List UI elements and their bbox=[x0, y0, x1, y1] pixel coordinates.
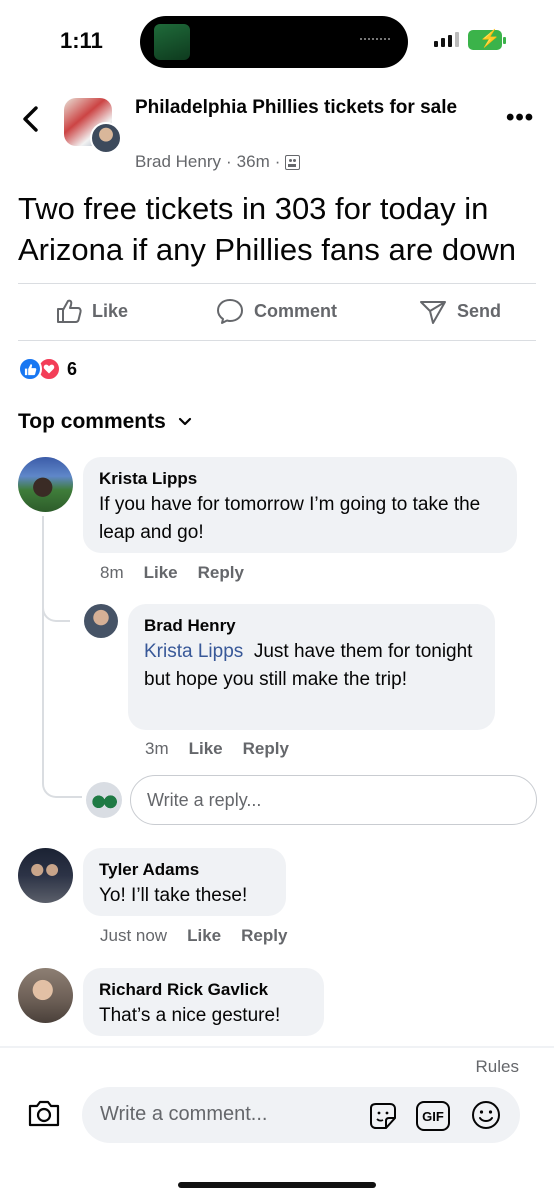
reply-time: 3m bbox=[145, 739, 169, 758]
author-avatar bbox=[90, 122, 122, 154]
group-avatar[interactable] bbox=[64, 98, 122, 154]
comment-sort-dropdown[interactable]: Top comments bbox=[18, 410, 192, 434]
battery-icon: ⚡ bbox=[468, 29, 506, 50]
reply-like-button[interactable]: Like bbox=[189, 739, 223, 759]
comment-author[interactable]: Tyler Adams bbox=[99, 858, 270, 882]
thread-line bbox=[42, 758, 82, 798]
dynamic-island bbox=[140, 16, 408, 68]
comment-placeholder: Write a comment... bbox=[100, 1103, 268, 1125]
comment-input[interactable]: Write a comment... GIF bbox=[82, 1087, 520, 1143]
comment-author[interactable]: Krista Lipps bbox=[99, 467, 501, 491]
like-reaction-icon bbox=[18, 357, 42, 381]
divider bbox=[18, 340, 536, 341]
emoji-icon[interactable] bbox=[470, 1099, 502, 1136]
comment-text: Yo! I’ll take these! bbox=[99, 885, 248, 906]
thread-line bbox=[42, 516, 44, 778]
comment-icon bbox=[217, 299, 243, 324]
comment-bubble: Tyler Adams Yo! I’ll take these! bbox=[83, 848, 286, 916]
comment-author[interactable]: Richard Rick Gavlick bbox=[99, 978, 308, 1002]
current-user-avatar bbox=[86, 782, 122, 818]
comment-time: Just now bbox=[100, 926, 168, 945]
rules-link[interactable]: Rules bbox=[476, 1057, 519, 1077]
reply-bubble: Brad Henry Krista Lipps Just have them f… bbox=[128, 604, 495, 730]
comment-sort-label: Top comments bbox=[18, 410, 166, 433]
comment-reply-button[interactable]: Reply bbox=[198, 563, 244, 583]
camera-icon[interactable] bbox=[26, 1097, 62, 1134]
send-button[interactable]: Send bbox=[418, 297, 501, 325]
post-age[interactable]: 36m bbox=[237, 152, 270, 172]
status-time: 1:11 bbox=[60, 28, 103, 53]
comment-button[interactable]: Comment bbox=[215, 297, 337, 325]
audio-indicator-icon bbox=[360, 38, 390, 44]
back-arrow-icon[interactable] bbox=[20, 104, 42, 138]
divider bbox=[18, 283, 536, 284]
comment-label: Comment bbox=[254, 300, 338, 321]
like-label: Like bbox=[92, 300, 129, 321]
group-title[interactable]: Philadelphia Phillies tickets for sale bbox=[135, 94, 475, 122]
gif-label: GIF bbox=[422, 1108, 444, 1124]
comment-time: 8m bbox=[100, 563, 124, 582]
reply-author-avatar[interactable] bbox=[84, 604, 118, 638]
commenter-avatar[interactable] bbox=[18, 457, 73, 512]
comment-text: If you have for tomorrow I’m going to ta… bbox=[99, 494, 481, 543]
post-author[interactable]: Brad Henry bbox=[135, 152, 221, 172]
reply-author[interactable]: Brad Henry bbox=[144, 614, 479, 638]
chevron-down-icon bbox=[178, 417, 191, 426]
send-icon bbox=[420, 301, 446, 324]
reply-input[interactable]: Write a reply... bbox=[130, 775, 537, 825]
send-label: Send bbox=[457, 300, 502, 321]
reply-placeholder: Write a reply... bbox=[147, 789, 262, 810]
comment-like-button[interactable]: Like bbox=[144, 563, 178, 583]
post-meta: Brad Henry · 36m · bbox=[135, 152, 301, 172]
like-button[interactable]: Like bbox=[55, 297, 128, 325]
divider bbox=[0, 1046, 554, 1048]
commenter-avatar[interactable] bbox=[18, 848, 73, 903]
comment-bubble: Krista Lipps If you have for tomorrow I’… bbox=[83, 457, 517, 553]
more-icon[interactable]: ••• bbox=[506, 104, 534, 132]
home-indicator[interactable] bbox=[178, 1182, 376, 1188]
sticker-icon[interactable] bbox=[366, 1100, 400, 1137]
like-icon bbox=[57, 299, 82, 323]
comment-reply-button[interactable]: Reply bbox=[241, 926, 287, 946]
reaction-count: 6 bbox=[67, 358, 78, 379]
gif-icon[interactable]: GIF bbox=[416, 1101, 450, 1131]
comment-actions: 8m Like Reply bbox=[100, 563, 244, 583]
reply-reply-button[interactable]: Reply bbox=[243, 739, 289, 759]
comment-bubble: Richard Rick Gavlick That’s a nice gestu… bbox=[83, 968, 324, 1036]
status-bar: 1:11 ⚡ bbox=[0, 0, 554, 84]
mention-link[interactable]: Krista Lipps bbox=[144, 641, 243, 662]
comment-like-button[interactable]: Like bbox=[187, 926, 221, 946]
post-text: Two free tickets in 303 for today in Ari… bbox=[18, 191, 516, 267]
reply-actions: 3m Like Reply bbox=[145, 739, 289, 759]
reactions-summary[interactable]: 6 bbox=[18, 357, 77, 381]
comment-text: That’s a nice gesture! bbox=[99, 1005, 281, 1026]
commenter-avatar[interactable] bbox=[18, 968, 73, 1023]
signal-icon bbox=[434, 32, 459, 47]
comment-actions: Just now Like Reply bbox=[100, 926, 287, 946]
reply-text: Krista Lipps Just have them for tonight … bbox=[144, 638, 479, 694]
thread-line bbox=[42, 582, 70, 622]
live-activity-thumbnail bbox=[154, 24, 190, 60]
privacy-icon bbox=[285, 154, 301, 170]
